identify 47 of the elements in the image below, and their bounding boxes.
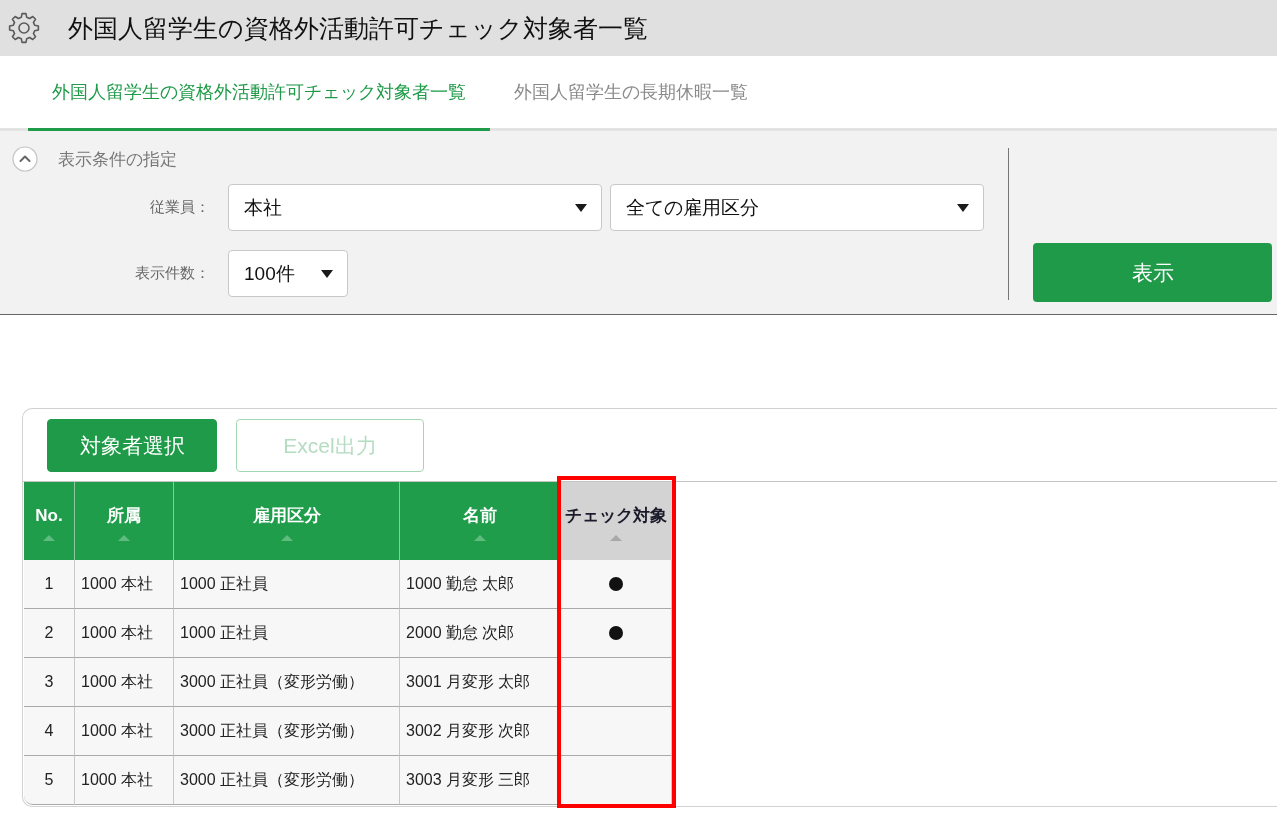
dropdown[interactable]: 本社 [228, 184, 602, 231]
table-cell: 3003 月変形 三郎 [400, 756, 560, 805]
table-cell: 5 [24, 756, 75, 805]
table-cell: 2 [24, 609, 75, 658]
table-cell: 1000 本社 [75, 756, 174, 805]
dropdown[interactable]: 100件 [228, 250, 348, 297]
submit-button[interactable]: 表示 [1033, 243, 1272, 302]
sort-icon [43, 535, 55, 541]
table-cell: 3000 正社員（変形労働） [174, 756, 400, 805]
table-cell: 3002 月変形 次郎 [400, 707, 560, 756]
dot-icon [608, 577, 623, 591]
table-cell: 1000 本社 [75, 707, 174, 756]
column-header[interactable]: 所属 [75, 482, 174, 560]
table-cell: 1000 正社員 [174, 609, 400, 658]
table-cell: 1000 本社 [75, 658, 174, 707]
table-cell: 1000 本社 [75, 609, 174, 658]
field-label: 表示件数： [134, 264, 210, 283]
column-header[interactable]: 名前 [400, 482, 560, 560]
table-cell: 1000 勤怠 太郎 [400, 560, 560, 609]
table-cell: 4 [24, 707, 75, 756]
column-header[interactable]: 雇用区分 [174, 482, 400, 560]
select-targets-button[interactable]: 対象者選択 [47, 419, 217, 472]
collapse-icon[interactable] [12, 146, 38, 172]
column-header[interactable]: チェック対象 [560, 482, 672, 560]
table-cell: 1000 正社員 [174, 560, 400, 609]
settings-icon[interactable] [8, 12, 40, 44]
table-cell: 2000 勤怠 次郎 [400, 609, 560, 658]
caret-icon [575, 203, 587, 212]
field-label: 従業員： [149, 198, 210, 217]
dropdown[interactable]: 全ての雇用区分 [610, 184, 984, 231]
sort-icon [118, 535, 130, 541]
dot-icon [608, 626, 623, 640]
table-cell: 3000 正社員（変形労働） [174, 707, 400, 756]
table-cell: 3000 正社員（変形労働） [174, 658, 400, 707]
table-cell: 1000 本社 [75, 560, 174, 609]
sort-icon [609, 535, 622, 541]
table-cell: 3 [24, 658, 75, 707]
tab[interactable]: 外国人留学生の長期休暇一覧 [490, 56, 772, 131]
table-cell: 1 [24, 560, 75, 609]
sort-icon [473, 535, 486, 541]
column-header[interactable]: No. [24, 482, 75, 560]
caret-icon [957, 203, 969, 212]
caret-icon [321, 269, 333, 278]
sort-icon [280, 535, 293, 541]
page-title: 外国人留学生の資格外活動許可チェック対象者一覧 [68, 12, 648, 44]
filter-title: 表示条件の指定 [58, 148, 177, 171]
table-cell: 3001 月変形 太郎 [400, 658, 560, 707]
